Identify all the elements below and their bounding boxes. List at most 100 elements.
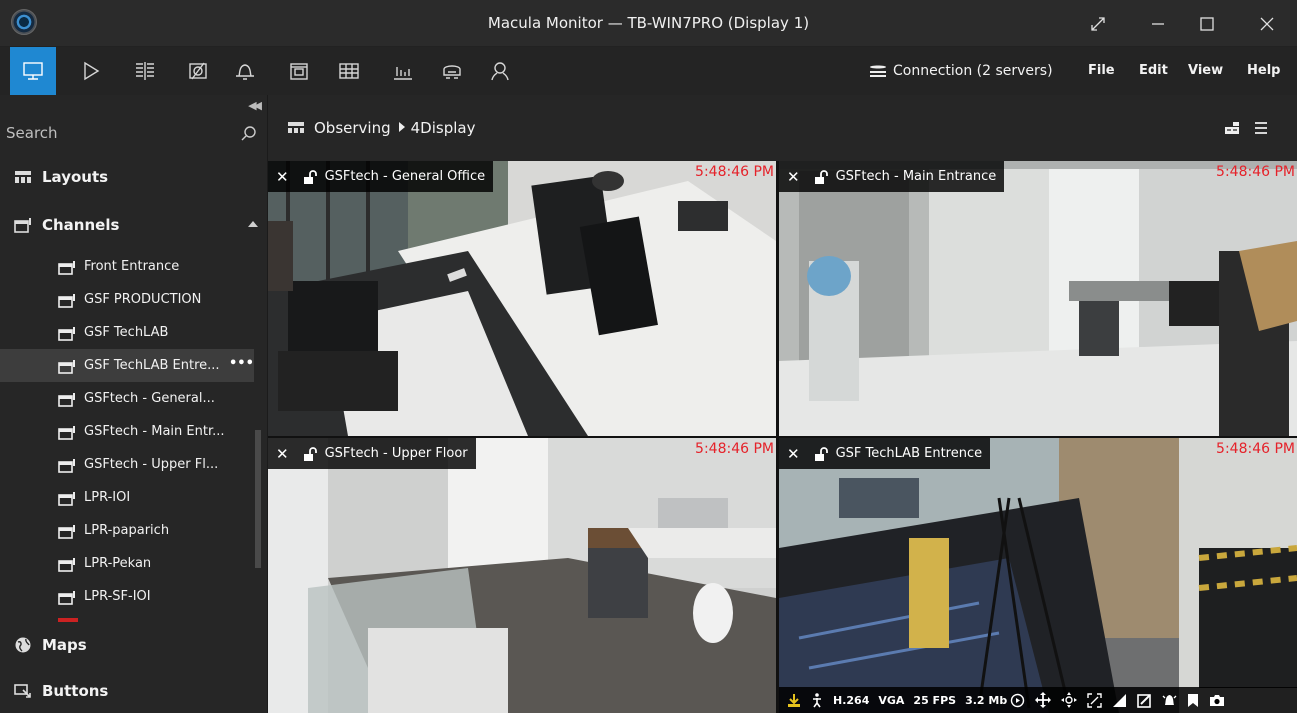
channel-label: LPR-IOI — [84, 490, 131, 505]
camera-feed-main-entrance — [779, 161, 1297, 436]
archive-icon — [290, 63, 308, 80]
section-layouts[interactable]: Layouts — [0, 155, 267, 199]
next-channel-peek — [58, 618, 78, 622]
channel-item[interactable]: GSF TechLAB — [0, 316, 254, 349]
connection-status[interactable]: Connection (2 servers) — [869, 47, 1053, 95]
breadcrumb-current[interactable]: 4Display — [411, 119, 476, 137]
unlock-icon[interactable] — [814, 169, 828, 184]
ptz-center-icon[interactable] — [1061, 692, 1078, 708]
alarm-bell-icon[interactable] — [1162, 693, 1177, 708]
channel-list: Front Entrance GSF PRODUCTION GSF TechLAB G… — [0, 250, 254, 622]
download-icon[interactable] — [787, 693, 801, 707]
video-tile-upper-floor[interactable]: ✕ GSFtech - Upper Floor 5:48:46 PM — [268, 438, 776, 713]
channel-item[interactable]: GSF PRODUCTION — [0, 283, 254, 316]
archive-tool-button[interactable] — [276, 47, 322, 95]
menu-file[interactable]: File — [1088, 63, 1115, 78]
camera-channel-icon — [58, 458, 76, 477]
section-layouts-label: Layouts — [42, 168, 109, 186]
tile-header: ✕ GSFtech - General Office — [268, 161, 494, 192]
search-input[interactable]: Search — [0, 115, 267, 151]
digital-zoom-icon[interactable] — [1087, 692, 1102, 708]
channel-item[interactable]: LPR-paparich — [0, 514, 254, 547]
channel-item[interactable]: GSFtech - General... — [0, 382, 254, 415]
buttons-icon — [14, 684, 31, 698]
tile-title: GSFtech - Upper Floor — [324, 446, 468, 461]
table-tool-button[interactable] — [326, 47, 372, 95]
video-tile-techlab-entrence[interactable]: ✕ GSF TechLAB Entrence 5:48:46 PM H.264 … — [779, 438, 1297, 713]
channel-label: LPR-Pekan — [84, 556, 152, 571]
section-channels[interactable]: Channels — [0, 203, 267, 247]
stream-resolution: VGA — [878, 693, 905, 707]
camera-feed-techlab-entrence — [779, 438, 1297, 713]
menu-edit[interactable]: Edit — [1139, 63, 1168, 78]
channel-item[interactable]: GSFtech - Main Entr... — [0, 415, 254, 448]
menu-help[interactable]: Help — [1247, 63, 1280, 78]
expand-icon — [1091, 16, 1105, 31]
unlock-icon[interactable] — [814, 446, 828, 461]
camera-channel-icon — [58, 491, 76, 510]
camera-channel-icon — [58, 392, 76, 411]
camera-feed-general-office — [268, 161, 776, 436]
unlock-icon[interactable] — [303, 169, 317, 184]
connection-label: Connection (2 servers) — [893, 63, 1053, 79]
layout-switch-icon[interactable] — [1224, 121, 1240, 135]
image-adjust-icon[interactable] — [1112, 693, 1127, 708]
channel-item[interactable]: LPR-Pekan — [0, 547, 254, 580]
channel-item[interactable]: GSF TechLAB Entre... ••• — [0, 349, 254, 382]
vehicle-tool-button[interactable] — [429, 47, 475, 95]
channel-more-options-icon[interactable]: ••• — [229, 356, 254, 371]
maximize-button[interactable] — [1177, 0, 1237, 47]
menu-view[interactable]: View — [1188, 63, 1223, 78]
breadcrumb-separator-icon — [398, 122, 405, 132]
section-maps[interactable]: Maps — [0, 623, 267, 667]
camera-channel-icon — [58, 260, 76, 279]
camera-channel-icon — [58, 557, 76, 576]
snapshot-camera-icon[interactable] — [1209, 693, 1225, 707]
motion-person-icon[interactable] — [811, 692, 823, 708]
channel-item[interactable]: GSFtech - Upper Fl... — [0, 448, 254, 481]
close-tile-icon[interactable]: ✕ — [787, 168, 800, 186]
channels-collapse-caret-icon[interactable] — [248, 221, 258, 227]
channel-label: GSFtech - General... — [84, 391, 215, 406]
channels-icon — [14, 218, 31, 233]
section-buttons[interactable]: Buttons — [0, 669, 267, 713]
expand-button[interactable] — [1068, 0, 1128, 47]
reports-tool-button[interactable] — [380, 47, 426, 95]
monitor-tool-button[interactable] — [10, 47, 56, 95]
collapse-sidebar-icon[interactable]: ◀◀ — [248, 99, 262, 112]
bell-icon — [236, 64, 254, 80]
bookmark-icon[interactable] — [1187, 693, 1199, 708]
main-toolbar: Connection (2 servers) File Edit View He… — [0, 47, 1297, 95]
video-tile-general-office[interactable]: ✕ GSFtech - General Office 5:48:46 PM — [268, 161, 776, 436]
edit-mask-icon[interactable] — [1137, 693, 1152, 708]
tile-timestamp: 5:48:46 PM — [1216, 441, 1295, 457]
person-tool-button[interactable] — [477, 47, 523, 95]
close-tile-icon[interactable]: ✕ — [787, 445, 800, 463]
chart-icon — [394, 67, 412, 80]
close-tile-icon[interactable]: ✕ — [276, 445, 289, 463]
playback-tool-button[interactable] — [68, 47, 114, 95]
layouts-icon — [15, 171, 31, 183]
tile-timestamp: 5:48:46 PM — [695, 164, 774, 180]
layout-tool-button[interactable] — [122, 47, 168, 95]
no-signal-icon — [189, 62, 207, 80]
no-signal-tool-button[interactable] — [175, 47, 221, 95]
channel-scrollbar-thumb[interactable] — [255, 430, 261, 568]
layouts-icon — [288, 122, 304, 133]
channel-item[interactable]: LPR-SF-IOI — [0, 580, 254, 613]
camera-channel-icon — [58, 293, 76, 312]
close-tile-icon[interactable]: ✕ — [276, 168, 289, 186]
playback-circle-icon[interactable] — [1010, 693, 1025, 708]
ptz-move-icon[interactable] — [1035, 692, 1052, 708]
hamburger-menu-icon[interactable] — [1254, 121, 1268, 135]
channel-item[interactable]: LPR-IOI — [0, 481, 254, 514]
close-button[interactable] — [1237, 0, 1297, 47]
alarm-tool-button[interactable] — [222, 47, 268, 95]
video-tile-main-entrance[interactable]: ✕ GSFtech - Main Entrance 5:48:46 PM — [779, 161, 1297, 436]
camera-channel-icon — [58, 590, 76, 609]
breadcrumb-root[interactable]: Observing — [314, 119, 391, 137]
search-icon[interactable] — [241, 125, 257, 141]
unlock-icon[interactable] — [303, 446, 317, 461]
video-grid: ✕ GSFtech - General Office 5:48:46 PM ✕ — [268, 161, 1297, 713]
channel-item[interactable]: Front Entrance — [0, 250, 254, 283]
